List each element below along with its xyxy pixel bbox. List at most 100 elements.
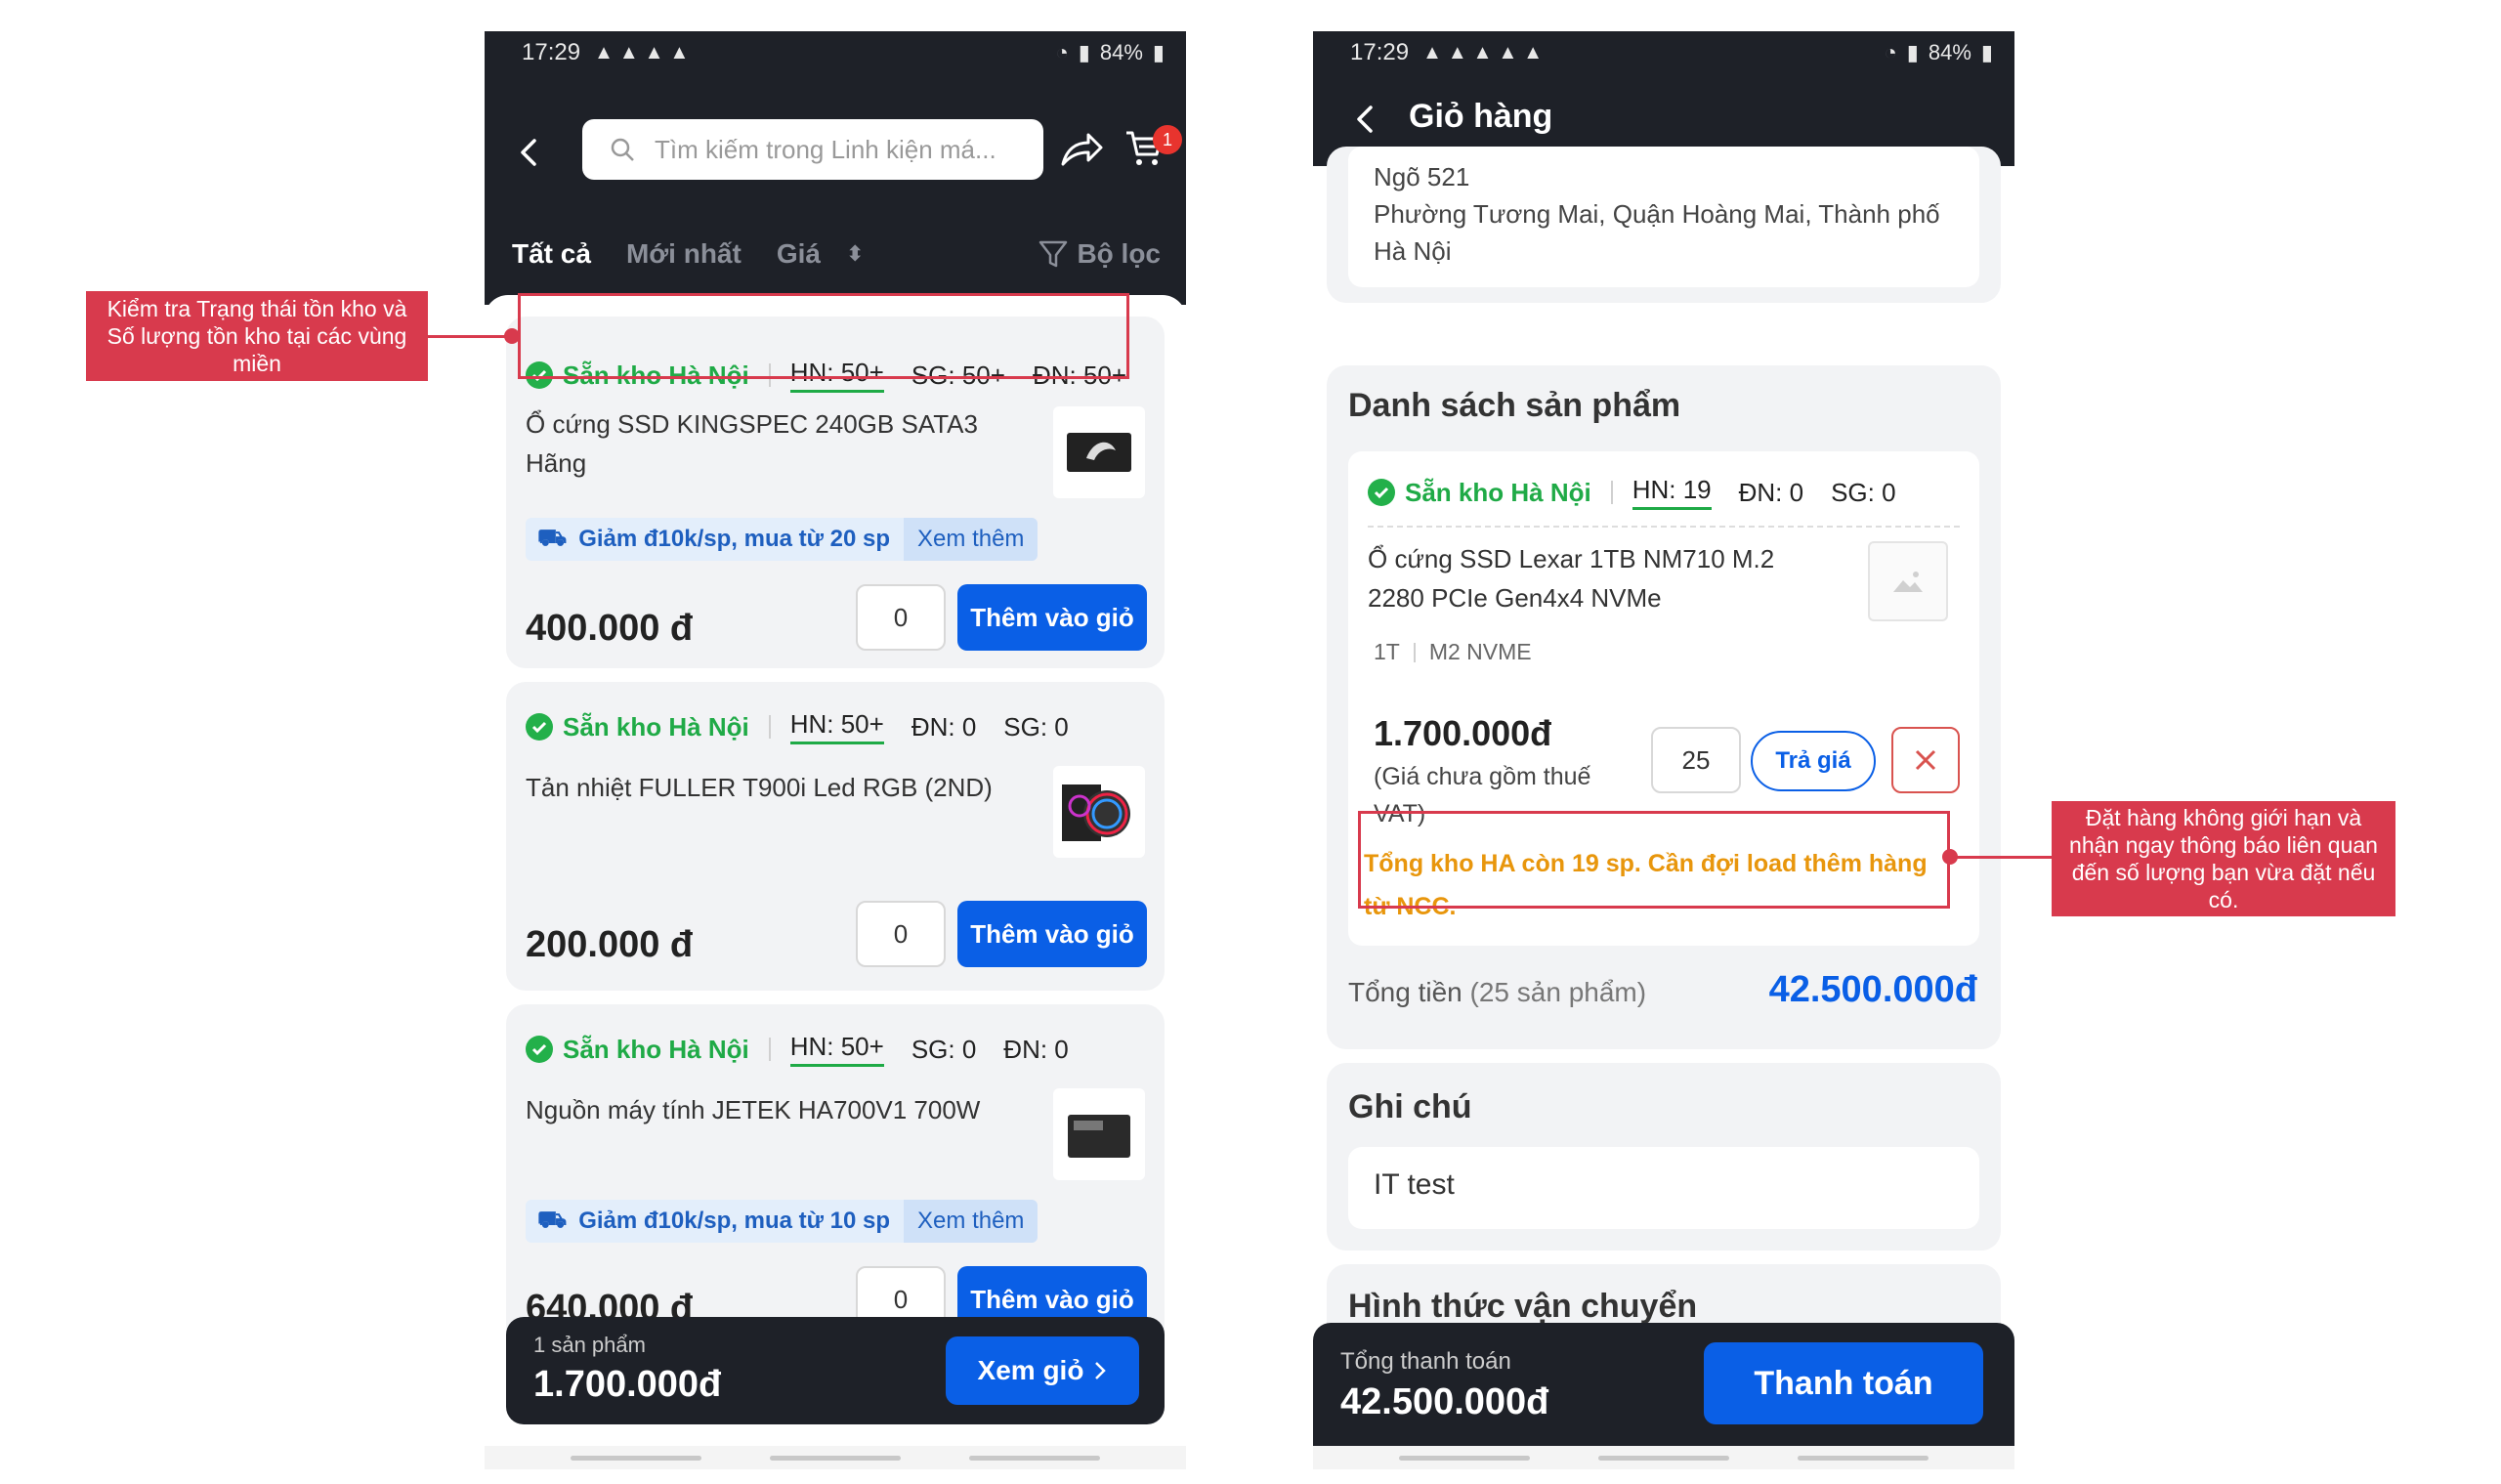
quantity-input[interactable]: 25 [1651,727,1741,793]
promo-more-link[interactable]: Xem thêm [904,518,1039,561]
annotation-dot [504,328,520,344]
stock-hn: HN: 50+ [789,1032,884,1067]
shipping-address: Ngõ 521 Phường Tương Mai, Quận Hoàng Mai… [1374,162,1940,266]
discount-icon: ⛟ [537,525,568,551]
status-time: 17:29 [522,39,581,65]
battery-icon: ▮ [1152,40,1165,64]
cooler-image-icon [1062,784,1130,841]
nav-handle[interactable] [1798,1455,1929,1461]
check-circle-icon [526,713,553,741]
product-image[interactable] [1053,1088,1145,1180]
chevron-left-icon [521,139,536,166]
stock-region-3: SG: 0 [1831,477,1896,507]
stock-info: Sẵn kho Hà Nội HN: 50+ SG: 0 ĐN: 0 [526,1032,1096,1067]
product-name[interactable]: Ổ cứng SSD Lexar 1TB NM710 M.2 2280 PCIe… [1368,539,1817,617]
note-section: Ghi chú IT test [1327,1063,2001,1251]
check-circle-icon [526,1036,553,1063]
nav-handle[interactable] [770,1455,901,1461]
stock-region-3: ĐN: 0 [1003,1034,1069,1064]
view-cart-button[interactable]: Xem giỏ [946,1336,1139,1405]
promo-text: Giảm đ10k/sp, mua từ 20 sp [578,526,891,552]
promo-banner[interactable]: ⛟ Giảm đ10k/sp, mua từ 10 sp Xem thêm [526,1200,1039,1243]
filter-button[interactable]: Bộ lọc [1038,238,1161,270]
note-value: IT test [1374,1168,1455,1201]
checkout-bar: Tổng thanh toán 42.500.000đ Thanh toán [1313,1323,2014,1446]
product-list: Sẵn kho Hà Nội HN: 50+ SG: 50+ ĐN: 50+ Ổ… [485,295,1186,1469]
annotation-connector [428,335,510,338]
product-image[interactable] [1053,766,1145,858]
variant-tags: 1T M2 NVME [1374,639,1532,665]
product-list-screen: 17:29 ▲▲▲▲ ◔ ▮ 84% ▮ Tìm kiếm trong Linh… [485,31,1186,1469]
list-header: Tìm kiếm trong Linh kiện má... 1 Tất cả … [485,74,1186,305]
annotation-dot [1942,849,1958,865]
signal-icon: ▮ [1078,40,1090,64]
cart-summary-bar: 1 sản phẩm 1.700.000đ Xem giỏ [506,1317,1165,1424]
page-title: Giỏ hàng [1409,98,1553,135]
product-name[interactable]: Tản nhiệt FULLER T900i Led RGB (2ND) [526,768,1034,807]
tab-newest[interactable]: Mới nhất [626,238,742,270]
product-image-placeholder[interactable] [1868,541,1948,621]
chevron-left-icon [1357,106,1373,133]
stock-hn: HN: 50+ [789,709,884,744]
note-input[interactable]: IT test [1348,1147,1979,1229]
battery-level: 84% [1928,40,1971,64]
search-icon [611,138,634,161]
address-box[interactable]: Ngõ 521 Phường Tương Mai, Quận Hoàng Mai… [1348,147,1979,287]
funnel-icon [1039,240,1068,268]
share-icon[interactable] [1059,129,1104,170]
product-card[interactable]: Sẵn kho Hà Nội HN: 50+ ĐN: 0 SG: 0 Tản n… [506,682,1165,991]
filter-bar: Tất cả Mới nhất Giá ⬍ Bộ lọc [512,238,1161,270]
nav-handle[interactable] [571,1455,701,1461]
section-title: Hình thức vận chuyển [1348,1288,1698,1325]
search-input[interactable]: Tìm kiếm trong Linh kiện má... [582,119,1043,180]
warning-highlight-box [1358,811,1950,909]
stock-status: Sẵn kho Hà Nội [1405,477,1591,507]
make-offer-button[interactable]: Trả giá [1751,731,1876,791]
section-title: Danh sách sản phẩm [1348,387,1681,424]
product-name[interactable]: Nguồn máy tính JETEK HA700V1 700W [526,1090,1034,1129]
checkout-button[interactable]: Thanh toán [1704,1342,1983,1424]
divider [1610,481,1613,504]
system-nav-bar [1313,1446,2014,1469]
add-to-cart-button[interactable]: Thêm vào giỏ [957,584,1147,651]
grand-total: 42.500.000đ [1340,1381,1549,1422]
discount-icon: ⛟ [537,1207,568,1233]
stock-highlight-box [518,293,1129,379]
product-price: 400.000 đ [526,608,694,649]
product-name[interactable]: Ổ cứng SSD KINGSPEC 240GB SATA3 Hãng [526,404,1034,483]
item-price: 1.700.000đ [1374,713,1552,753]
chevron-right-icon [1095,1362,1107,1379]
dashed-divider [1368,526,1960,528]
section-title: Ghi chú [1348,1088,1472,1125]
status-right: ◔ ▮ 84% ▮ [1055,40,1165,65]
stock-info: Sẵn kho Hà Nội HN: 50+ ĐN: 0 SG: 0 [526,709,1096,744]
back-button[interactable] [1346,100,1385,139]
status-bar: 17:29 ▲▲▲▲ ◔ ▮ 84% ▮ [485,31,1186,74]
product-image[interactable] [1053,406,1145,498]
promo-more-link[interactable]: Xem thêm [904,1200,1039,1243]
variant-type: M2 NVME [1428,639,1532,664]
status-bar: 17:29 ▲▲▲▲▲ ◔ ▮ 84% ▮ [1313,31,2014,74]
promo-banner[interactable]: ⛟ Giảm đ10k/sp, mua từ 20 sp Xem thêm [526,518,1039,561]
back-button[interactable] [510,133,549,172]
stock-status: Sẵn kho Hà Nội [563,1034,749,1064]
quantity-input[interactable]: 0 [856,584,946,651]
sort-icon[interactable]: ⬍ [846,241,864,267]
product-list-section: Danh sách sản phẩm Sẵn kho Hà Nội HN: 19… [1327,365,2001,1049]
nav-handle[interactable] [1598,1455,1729,1461]
status-right: ◔ ▮ 84% ▮ [1884,40,1993,65]
tab-price[interactable]: Giá [777,238,821,270]
nav-handle[interactable] [1399,1455,1530,1461]
quantity-input[interactable]: 0 [856,901,946,967]
ssd-image-icon [1067,433,1131,472]
wifi-icon: ◔ [1055,40,1069,64]
notification-icons: ▲▲▲▲▲ [1422,41,1549,64]
remove-item-button[interactable] [1891,727,1960,793]
add-to-cart-button[interactable]: Thêm vào giỏ [957,901,1147,967]
cart-total: 1.700.000đ [533,1364,722,1405]
tab-all[interactable]: Tất cả [512,238,591,270]
cart-count: 1 sản phẩm [533,1333,646,1357]
battery-icon: ▮ [1980,40,1993,64]
nav-handle[interactable] [969,1455,1100,1461]
divider [1413,642,1416,662]
